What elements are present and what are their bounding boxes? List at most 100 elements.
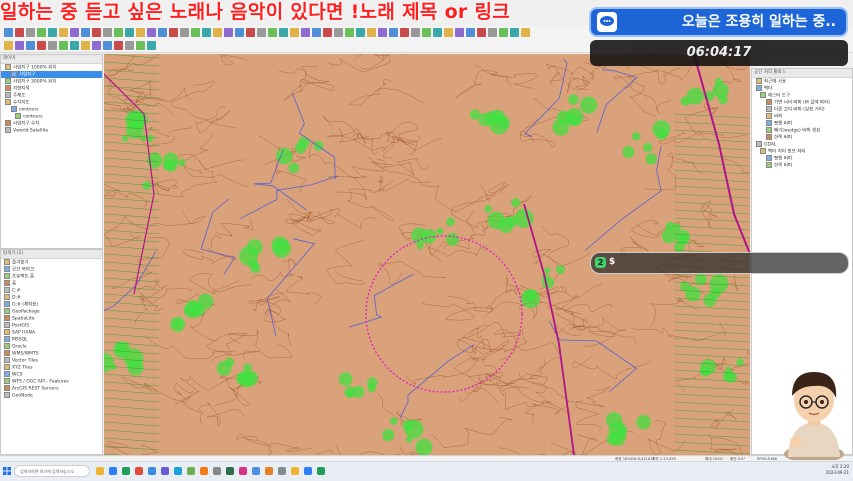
- toolbar-tool-icon[interactable]: [147, 28, 156, 37]
- toolbar-tool-icon[interactable]: [70, 41, 79, 50]
- processing-item-row[interactable]: 평행 버퍼: [752, 155, 852, 162]
- toolbar-tool-icon[interactable]: [114, 28, 123, 37]
- toolbar-tool-icon[interactable]: [125, 28, 134, 37]
- browser-item-row[interactable]: GeoPackage: [1, 308, 102, 315]
- taskbar-app-icon[interactable]: [200, 467, 208, 475]
- layer-item-row[interactable]: 지형지적: [1, 85, 102, 92]
- toolbar-tool-icon[interactable]: [26, 28, 35, 37]
- toolbar-tool-icon[interactable]: [37, 28, 46, 37]
- toolbar-tool-icon[interactable]: [103, 28, 112, 37]
- processing-item-row[interactable]: 다중 고리 버퍼 (일정 거리): [752, 106, 852, 113]
- processing-item-row[interactable]: 벡터 지리 정보 처리: [752, 148, 852, 155]
- processing-item-row[interactable]: 한쪽 버퍼: [752, 162, 852, 169]
- layer-item-row[interactable]: 사업지구 3000% 위치: [1, 78, 102, 85]
- toolbar-tool-icon[interactable]: [59, 41, 68, 50]
- toolbar-tool-icon[interactable]: [92, 28, 101, 37]
- toolbar-tool-icon[interactable]: [301, 28, 310, 37]
- browser-item-row[interactable]: Vector Tiles: [1, 357, 102, 364]
- toolbar-tool-icon[interactable]: [158, 28, 167, 37]
- toolbar-tool-icon[interactable]: [48, 28, 57, 37]
- toolbar-tool-icon[interactable]: [345, 28, 354, 37]
- taskbar-app-icon[interactable]: [96, 467, 104, 475]
- toolbar-tool-icon[interactable]: [4, 28, 13, 37]
- toolbar-tool-icon[interactable]: [70, 28, 79, 37]
- toolbar-tool-icon[interactable]: [136, 28, 145, 37]
- taskbar-app-icon[interactable]: [109, 467, 117, 475]
- browser-item-row[interactable]: WFS / OGC API - Features: [1, 378, 102, 385]
- toolbar-tool-icon[interactable]: [4, 41, 13, 50]
- processing-item-row[interactable]: 평행 버퍼: [752, 120, 852, 127]
- toolbar-tool-icon[interactable]: [235, 28, 244, 37]
- browser-item-row[interactable]: 즐겨찾기: [1, 259, 102, 266]
- toolbar-tool-icon[interactable]: [488, 28, 497, 37]
- processing-item-row[interactable]: 한쪽 버퍼: [752, 134, 852, 141]
- toolbar-tool-icon[interactable]: [455, 28, 464, 37]
- toolbar-tool-icon[interactable]: [246, 28, 255, 37]
- toolbar-tool-icon[interactable]: [477, 28, 486, 37]
- toolbar-tool-icon[interactable]: [81, 41, 90, 50]
- toolbar-tool-icon[interactable]: [411, 28, 420, 37]
- taskbar-app-icon[interactable]: [252, 467, 260, 475]
- taskbar-app-icon[interactable]: [174, 467, 182, 475]
- windows-start-icon[interactable]: [3, 467, 11, 475]
- browser-item-row[interactable]: Oracle: [1, 343, 102, 350]
- browser-item-row[interactable]: GeoNode: [1, 392, 102, 399]
- browser-item-row[interactable]: WCS: [1, 371, 102, 378]
- toolbar-tool-icon[interactable]: [422, 28, 431, 37]
- toolbar-tool-icon[interactable]: [92, 41, 101, 50]
- browser-item-row[interactable]: XYZ Tiles: [1, 364, 102, 371]
- browser-item-row[interactable]: SAP HANA: [1, 329, 102, 336]
- toolbar-tool-icon[interactable]: [367, 28, 376, 37]
- toolbar-tool-icon[interactable]: [268, 28, 277, 37]
- toolbar-tool-icon[interactable]: [114, 41, 123, 50]
- taskbar-app-icon[interactable]: [135, 467, 143, 475]
- toolbar-tool-icon[interactable]: [389, 28, 398, 37]
- toolbar-tool-icon[interactable]: [433, 28, 442, 37]
- processing-item-row[interactable]: GDAL: [752, 141, 852, 148]
- taskbar-app-icon[interactable]: [226, 467, 234, 475]
- taskbar-app-icon[interactable]: [278, 467, 286, 475]
- toolbar-tool-icon[interactable]: [169, 28, 178, 37]
- browser-item-row[interactable]: SpatiaLite: [1, 315, 102, 322]
- taskbar-app-icon[interactable]: [265, 467, 273, 475]
- toolbar-tool-icon[interactable]: [466, 28, 475, 37]
- toolbar-tool-icon[interactable]: [521, 28, 530, 37]
- toolbar-tool-icon[interactable]: [202, 28, 211, 37]
- taskbar-app-icon[interactable]: [317, 467, 325, 475]
- toolbar-tool-icon[interactable]: [15, 41, 24, 50]
- toolbar-tool-icon[interactable]: [81, 28, 90, 37]
- layer-item-row[interactable]: 수치지도: [1, 99, 102, 106]
- toolbar-tool-icon[interactable]: [224, 28, 233, 37]
- browser-item-row[interactable]: 홈: [1, 280, 102, 287]
- processing-item-row[interactable]: 가변 너비 버퍼 (M 값에 따라): [752, 99, 852, 106]
- layer-item-row[interactable]: 사업지구 수치: [1, 120, 102, 127]
- processing-item-row[interactable]: 버퍼: [752, 113, 852, 120]
- browser-item-row[interactable]: 프로젝트 홈: [1, 273, 102, 280]
- browser-item-row[interactable]: ArcGIS REST Servers: [1, 385, 102, 392]
- toolbar-tool-icon[interactable]: [26, 41, 35, 50]
- toolbar-tool-icon[interactable]: [257, 28, 266, 37]
- toolbar-tool-icon[interactable]: [356, 28, 365, 37]
- taskbar-app-icon[interactable]: [213, 467, 221, 475]
- taskbar-app-icon[interactable]: [291, 467, 299, 475]
- layer-item-row[interactable]: 사업지구 1000% 위치: [1, 64, 102, 71]
- toolbar-tool-icon[interactable]: [147, 41, 156, 50]
- taskbar-app-icon[interactable]: [161, 467, 169, 475]
- toolbar-tool-icon[interactable]: [499, 28, 508, 37]
- taskbar-search-input[interactable]: 검색하려면 여기에 입력하십시오: [14, 465, 90, 477]
- toolbar-tool-icon[interactable]: [191, 28, 200, 37]
- processing-item-row[interactable]: 최근에 사용: [752, 78, 852, 85]
- browser-item-row[interactable]: C:#: [1, 287, 102, 294]
- toolbar-tool-icon[interactable]: [510, 28, 519, 37]
- toolbar-tool-icon[interactable]: [213, 28, 222, 37]
- layer-item-row[interactable]: Vworld Satellite: [1, 127, 102, 134]
- processing-item-row[interactable]: 벡터: [752, 85, 852, 92]
- toolbar-tool-icon[interactable]: [15, 28, 24, 37]
- processing-item-row[interactable]: 쐐기(wedge) 버퍼 생성: [752, 127, 852, 134]
- toolbar-tool-icon[interactable]: [323, 28, 332, 37]
- browser-item-row[interactable]: G:# (제작용): [1, 301, 102, 308]
- taskbar-app-icon[interactable]: [187, 467, 195, 475]
- browser-item-row[interactable]: PostGIS: [1, 322, 102, 329]
- taskbar-clock[interactable]: 오후 2:20 2023-09-21: [826, 464, 849, 476]
- toolbar-tool-icon[interactable]: [290, 28, 299, 37]
